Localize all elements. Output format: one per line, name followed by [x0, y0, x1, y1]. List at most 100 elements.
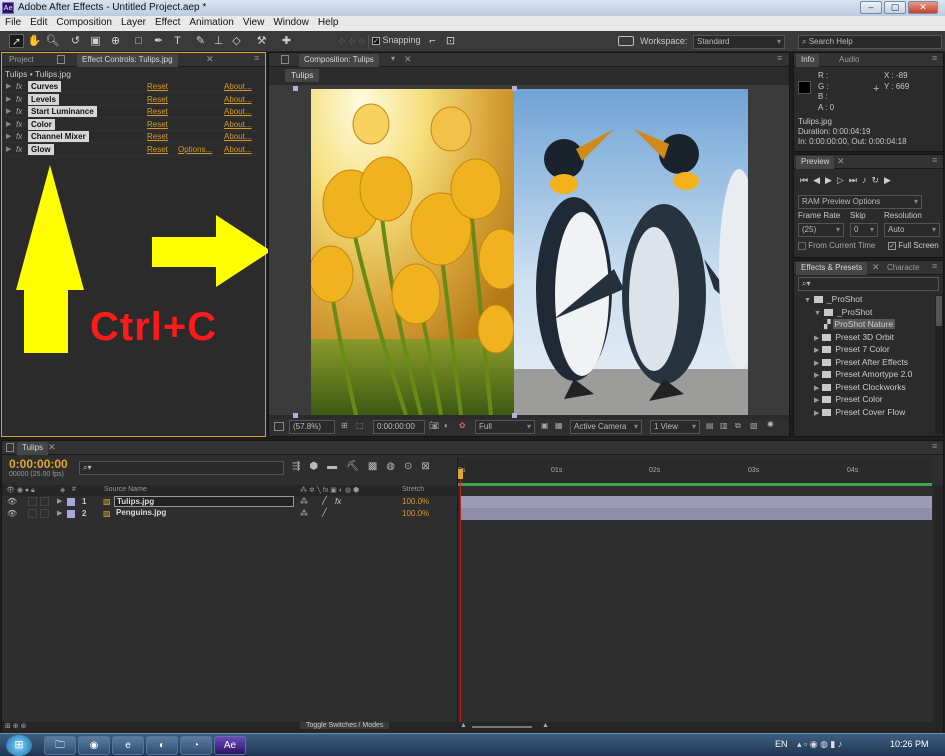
stretch-header[interactable]: Stretch [402, 486, 424, 493]
transparency-grid-icon[interactable]: ▦ [555, 421, 563, 430]
puppet-pin-tool-icon[interactable]: ✚ [279, 34, 294, 48]
pan-behind-tool-icon[interactable]: ⊕ [108, 34, 123, 48]
close-icon[interactable]: ✕ [872, 262, 880, 273]
panel-menu-icon[interactable]: ≡ [932, 53, 937, 63]
close-button[interactable]: ✕ [908, 1, 938, 14]
fx-toggle-icon[interactable]: fx [16, 106, 22, 117]
menu-animation[interactable]: Animation [184, 16, 237, 28]
lock-icon[interactable] [57, 55, 65, 64]
effect-reset-link[interactable]: Reset [147, 144, 168, 155]
frame-blending-icon[interactable]: ▩ [368, 461, 386, 472]
table-row[interactable]: 👁︎ ▶ 1 ▨ Tulips.jpg ⁂ ╱ fx 100.0% [2, 496, 457, 508]
tab-timeline-tulips[interactable]: Tulips [17, 442, 49, 455]
previous-frame-icon[interactable]: ◀ [813, 175, 825, 185]
collapsed-triangle-icon[interactable]: ▶ [814, 347, 819, 354]
maximize-button[interactable]: ▢ [884, 1, 906, 14]
brainstorm-icon[interactable]: ⊙ [404, 461, 421, 472]
collapsed-triangle-icon[interactable]: ▶ [814, 410, 819, 417]
always-preview-icon[interactable] [274, 422, 284, 431]
camera-tool-icon[interactable]: ▣ [88, 34, 103, 48]
expand-triangle-icon[interactable]: ▶ [57, 509, 62, 517]
snap-features-icon[interactable]: ⊡ [443, 34, 458, 48]
preset-item[interactable]: ▶ Preset 7 Color [814, 344, 934, 357]
effects-scrollbar[interactable] [935, 294, 943, 434]
system-clock[interactable]: 10:26 PM [890, 739, 929, 749]
preset-item[interactable]: ▶ Preset 3D Orbit [814, 332, 934, 345]
snapping-toggle[interactable]: ✓ Snapping [368, 35, 423, 49]
composition-subtab[interactable]: Tulips [285, 69, 320, 82]
show-snapshot-icon[interactable]: ◐ [444, 421, 449, 430]
fx-toggle-icon[interactable]: fx [16, 144, 22, 155]
after-effects-taskbar-icon[interactable]: Ae [214, 736, 246, 755]
camera-select[interactable]: Active Camera ▾ [570, 420, 642, 434]
type-tool-icon[interactable]: T [170, 34, 185, 48]
firefox-taskbar-icon[interactable]: ◉ [78, 736, 110, 755]
tray-icons[interactable]: ▴ ▫ ◉ ◍ ▮ ♪ [797, 739, 842, 750]
region-of-interest-icon[interactable]: ▣ [541, 421, 549, 430]
source-name-header[interactable]: Source Name [104, 486, 147, 493]
skip-select[interactable]: 0 ▾ [850, 223, 878, 237]
fast-previews-icon[interactable]: ▥ [720, 421, 728, 430]
preset-item[interactable]: ▶ Preset After Effects [814, 357, 934, 370]
search-help-input[interactable]: ⌕ Search Help [798, 35, 942, 49]
composition-canvas[interactable] [311, 89, 748, 415]
hide-shy-icon[interactable]: ⛏ [346, 461, 368, 472]
lock-switch[interactable] [40, 497, 49, 506]
ram-preview-icon[interactable]: ▶ [884, 175, 896, 185]
preset-item[interactable]: ▶ Preset Color [814, 394, 934, 407]
hand-tool-icon[interactable]: ✋ [27, 34, 42, 48]
mask-icon[interactable]: ⬚ [356, 421, 364, 430]
effect-name[interactable]: Color [28, 118, 55, 130]
quality-switch-icon[interactable]: ╱ [322, 508, 327, 517]
live-update-icon[interactable]: ⬢ [309, 461, 327, 472]
play-icon[interactable]: ▶ [825, 175, 837, 185]
table-row[interactable]: 👁︎ ▶ 2 ▨ Penguins.jpg ⁂ ╱ 100.0% [2, 508, 457, 520]
motion-blur-icon[interactable]: ◍ [386, 461, 404, 472]
menu-file[interactable]: File [0, 16, 25, 28]
channel-icon[interactable]: ✿ [459, 421, 466, 430]
effect-row[interactable]: ▶ fx Levels Reset About... [4, 93, 256, 106]
chevron-down-icon[interactable]: ▾ [391, 54, 395, 63]
fx-switch-icon[interactable]: fx [335, 497, 341, 506]
timeline-scrollbar[interactable] [933, 485, 943, 725]
pen-tool-icon[interactable]: ✒ [151, 34, 166, 48]
menu-view[interactable]: View [238, 16, 269, 28]
fx-toggle-icon[interactable]: fx [16, 81, 22, 92]
effect-about-link[interactable]: About... [224, 119, 252, 130]
start-button[interactable]: ⊞ [6, 735, 32, 756]
workspace-select[interactable]: Standard ▾ [693, 35, 785, 49]
tab-project[interactable]: Project [4, 54, 39, 67]
label-color-swatch[interactable] [67, 510, 75, 518]
expand-triangle-icon[interactable]: ▶ [6, 131, 11, 142]
app-taskbar-icon[interactable]: ◐ [146, 736, 178, 755]
layer-handle[interactable] [512, 86, 517, 91]
effect-options-link[interactable]: Options... [178, 144, 212, 155]
timeline-search-input[interactable]: ⌕▾ [79, 461, 284, 475]
current-time-indicator-icon[interactable] [458, 469, 463, 479]
expand-triangle-icon[interactable]: ▶ [6, 144, 11, 155]
fx-toggle-icon[interactable]: fx [16, 94, 22, 105]
snapshot-icon[interactable]: 📷︎ [429, 421, 439, 430]
effect-name[interactable]: Levels [28, 93, 59, 105]
effect-row[interactable]: ▶ fx Start Luminance Reset About... [4, 106, 256, 118]
effect-name[interactable]: Channel Mixer [28, 131, 89, 142]
effect-row[interactable]: ▶ fx Curves Reset About... [4, 81, 256, 93]
brush-tool-icon[interactable]: ✎ [193, 34, 208, 48]
effect-reset-link[interactable]: Reset [147, 131, 168, 142]
shy-switch-icon[interactable]: ⁂ [300, 497, 308, 506]
tab-preview[interactable]: Preview [796, 156, 835, 169]
layer-bar-penguins[interactable] [461, 508, 932, 520]
solo-switch[interactable] [28, 509, 37, 518]
solo-switch[interactable] [28, 497, 37, 506]
panel-menu-icon[interactable]: ≡ [932, 155, 937, 165]
lock-switch[interactable] [40, 509, 49, 518]
preset-item[interactable]: ▶ Preset Clockworks [814, 382, 934, 395]
lock-icon[interactable] [281, 55, 289, 64]
expand-triangle-icon[interactable]: ▶ [6, 94, 11, 105]
toggle-switches-modes-button[interactable]: Toggle Switches / Modes [300, 722, 390, 729]
menu-window[interactable]: Window [268, 16, 313, 28]
menu-edit[interactable]: Edit [25, 16, 51, 28]
resolution-preview-select[interactable]: Auto ▾ [884, 223, 940, 237]
expand-triangle-icon[interactable]: ▶ [6, 81, 11, 92]
last-frame-icon[interactable]: ⏭ [849, 175, 862, 185]
